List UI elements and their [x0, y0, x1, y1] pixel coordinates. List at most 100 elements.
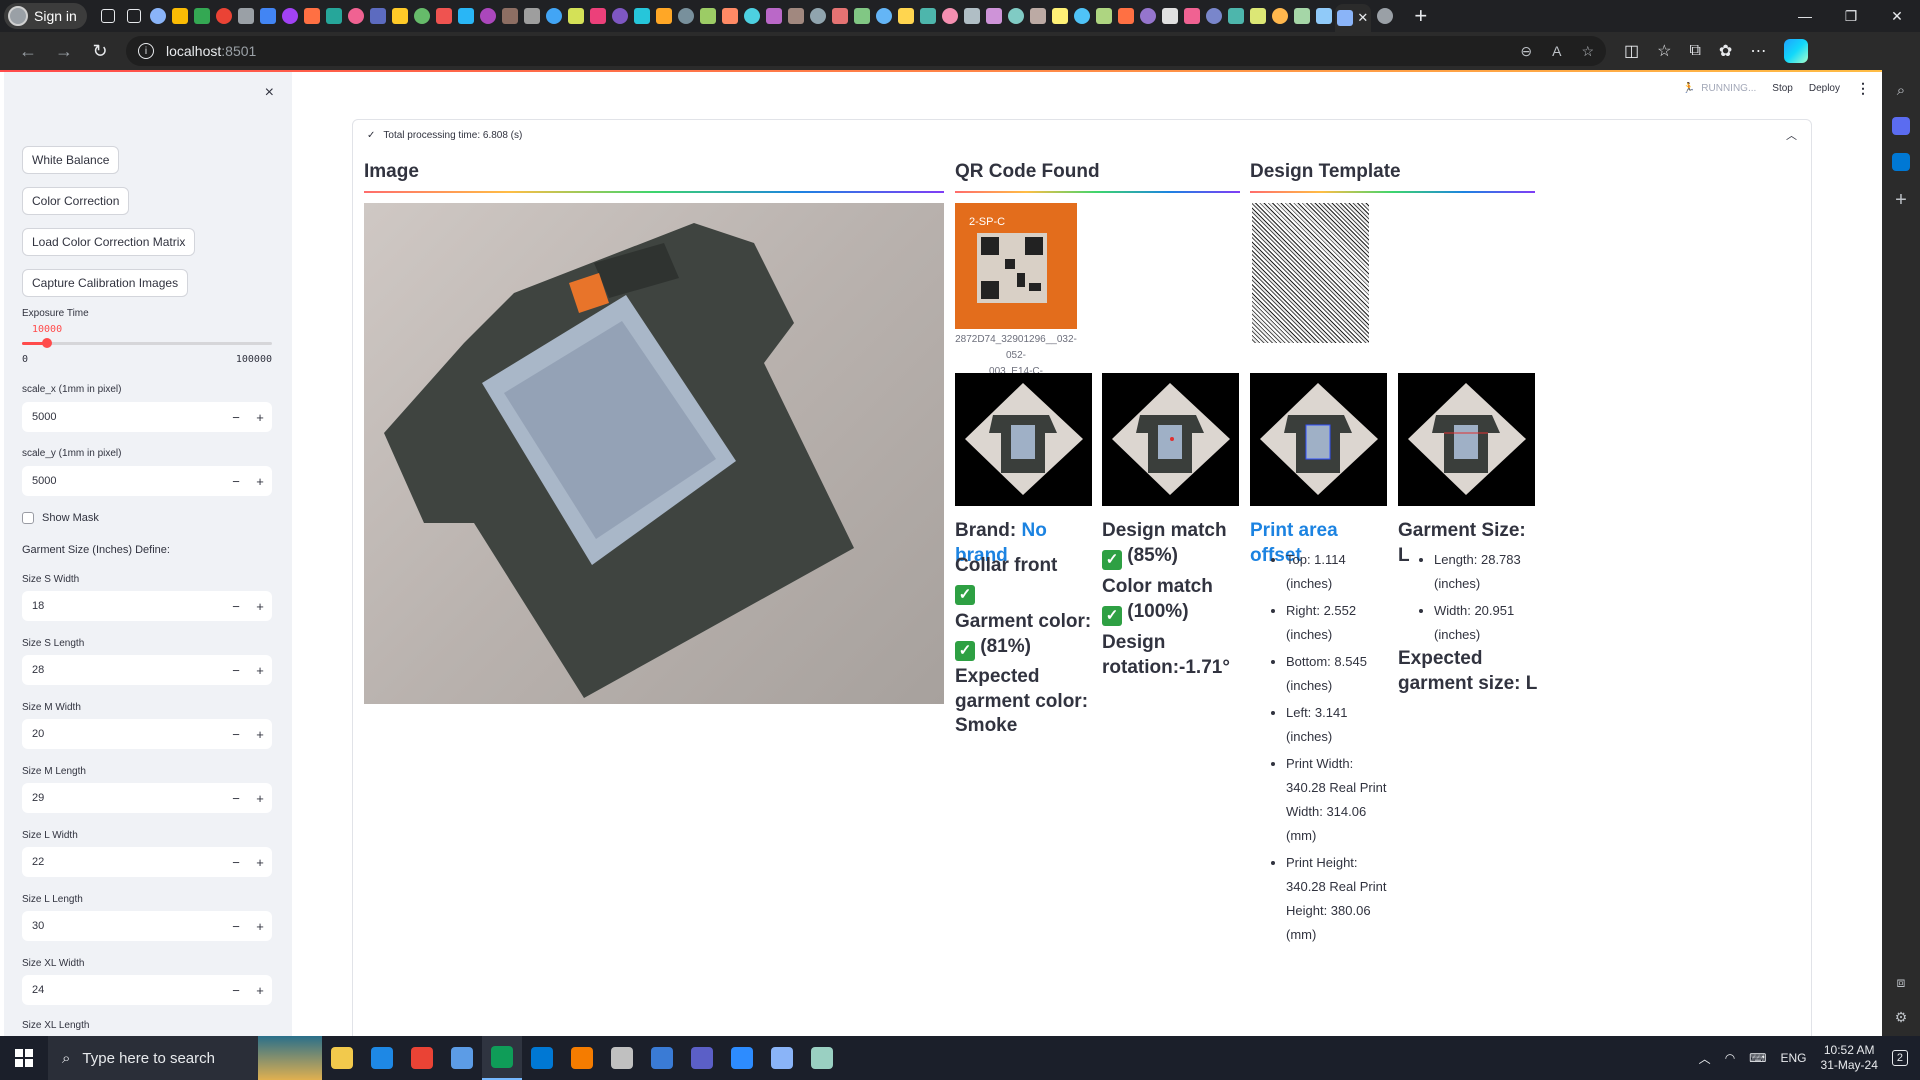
- tab-favicon-icon[interactable]: [1271, 8, 1288, 24]
- tab-favicon-icon[interactable]: [259, 8, 276, 24]
- screenshot-icon[interactable]: ⧈: [1897, 974, 1906, 991]
- taskbar-app[interactable]: [762, 1036, 802, 1080]
- size-m-width-decrement-button[interactable]: −: [224, 727, 248, 742]
- capture-calibration-button[interactable]: Capture Calibration Images: [22, 269, 189, 297]
- size-m-width-input[interactable]: 20 − +: [22, 719, 272, 749]
- forward-icon[interactable]: →: [46, 41, 82, 62]
- tab-favicon-icon[interactable]: [1183, 8, 1200, 24]
- size-l-length-value[interactable]: 30: [22, 920, 224, 932]
- tab-favicon-icon[interactable]: [567, 8, 584, 24]
- tab-favicon-icon[interactable]: [919, 8, 936, 24]
- scale-x-input[interactable]: 5000 − +: [22, 402, 272, 432]
- size-s-width-increment-button[interactable]: +: [248, 599, 272, 614]
- tab-favicon-icon[interactable]: [853, 8, 870, 24]
- collections-icon[interactable]: ⧉: [1689, 42, 1700, 60]
- size-s-length-decrement-button[interactable]: −: [224, 663, 248, 678]
- reload-icon[interactable]: ↻: [82, 41, 118, 62]
- taskbar-app[interactable]: [802, 1036, 842, 1080]
- taskbar-app[interactable]: [722, 1036, 762, 1080]
- scale-x-value[interactable]: 5000: [22, 411, 224, 423]
- size-m-width-value[interactable]: 20: [22, 728, 224, 740]
- tab-favicon-icon[interactable]: [787, 8, 804, 24]
- size-l-width-increment-button[interactable]: +: [248, 855, 272, 870]
- tab-favicon-icon[interactable]: [391, 8, 408, 24]
- restore-icon[interactable]: ❐: [1828, 0, 1874, 32]
- size-m-length-increment-button[interactable]: +: [248, 791, 272, 806]
- size-s-length-input[interactable]: 28 − +: [22, 655, 272, 685]
- tab-favicon-icon[interactable]: [545, 8, 562, 24]
- load-ccm-button[interactable]: Load Color Correction Matrix: [22, 228, 196, 256]
- site-info-icon[interactable]: i: [138, 43, 154, 59]
- scale-y-increment-button[interactable]: +: [248, 474, 272, 489]
- tab-favicon-icon[interactable]: [1073, 8, 1090, 24]
- size-xl-width-increment-button[interactable]: +: [248, 983, 272, 998]
- size-l-length-decrement-button[interactable]: −: [224, 919, 248, 934]
- tab-favicon-icon[interactable]: [655, 8, 672, 24]
- exposure-slider-thumb[interactable]: [42, 338, 52, 348]
- add-sidebar-app-icon[interactable]: +: [1895, 189, 1907, 212]
- tab-favicon-icon[interactable]: [369, 8, 386, 24]
- color-correction-button[interactable]: Color Correction: [22, 187, 130, 215]
- tab-favicon-icon[interactable]: [699, 8, 716, 24]
- tab-favicon-icon[interactable]: [1227, 8, 1244, 24]
- tab-favicon-icon[interactable]: [523, 8, 540, 24]
- tab-favicon-icon[interactable]: [325, 8, 342, 24]
- size-l-width-input[interactable]: 22 − +: [22, 847, 272, 877]
- tab-favicon-icon[interactable]: [831, 8, 848, 24]
- tab-favicon-icon[interactable]: [1117, 8, 1134, 24]
- tab-favicon-icon[interactable]: [281, 8, 298, 24]
- status-expander-header[interactable]: ✓ Total processing time: 6.808 (s) ︿: [353, 120, 1811, 150]
- tab-favicon-icon[interactable]: [237, 8, 254, 24]
- settings-gear-icon[interactable]: ⚙: [1895, 1009, 1908, 1026]
- address-bar[interactable]: i localhost:8501 ⊖ A ☆: [126, 36, 1606, 66]
- search-icon[interactable]: ⌕: [1897, 82, 1905, 99]
- tab-favicon-icon[interactable]: [1139, 8, 1156, 24]
- tab-active[interactable]: ✕: [1334, 4, 1371, 32]
- tab-favicon-icon[interactable]: [347, 8, 364, 24]
- profile-button[interactable]: Sign in: [4, 3, 87, 29]
- favorite-star-icon[interactable]: ☆: [1581, 43, 1594, 60]
- scale-x-decrement-button[interactable]: −: [224, 410, 248, 425]
- tab-favicon-icon[interactable]: [193, 8, 210, 24]
- copilot-icon[interactable]: [1784, 39, 1809, 63]
- tab-favicon-icon[interactable]: [1051, 8, 1068, 24]
- favorites-icon[interactable]: ☆: [1657, 41, 1671, 61]
- tab-favicon-icon[interactable]: [765, 8, 782, 24]
- tab-favicon-icon[interactable]: [875, 8, 892, 24]
- size-m-length-value[interactable]: 29: [22, 792, 224, 804]
- split-screen-icon[interactable]: ◫: [1624, 41, 1639, 61]
- size-m-length-input[interactable]: 29 − +: [22, 783, 272, 813]
- zoom-icon[interactable]: ⊖: [1520, 43, 1532, 60]
- scale-y-decrement-button[interactable]: −: [224, 474, 248, 489]
- size-xl-width-value[interactable]: 24: [22, 984, 224, 996]
- tab-actions-icon[interactable]: [126, 9, 141, 23]
- taskbar-app[interactable]: [602, 1036, 642, 1080]
- size-s-width-value[interactable]: 18: [22, 600, 224, 612]
- show-mask-checkbox[interactable]: Show Mask: [22, 512, 99, 524]
- taskbar-app[interactable]: [682, 1036, 722, 1080]
- tab-favicon-icon[interactable]: [215, 8, 232, 24]
- copilot-sidebar-icon[interactable]: [1892, 117, 1910, 135]
- minimize-icon[interactable]: —: [1782, 0, 1828, 32]
- scale-y-input[interactable]: 5000 − +: [22, 466, 272, 496]
- tab-favicon-icon[interactable]: [457, 8, 474, 24]
- tab-favicon-icon[interactable]: [479, 8, 496, 24]
- close-icon[interactable]: ×: [265, 84, 274, 102]
- tab-favicon-icon[interactable]: [633, 8, 650, 24]
- clock[interactable]: 10:52 AM 31-May-24: [1821, 1043, 1878, 1073]
- tab-favicon-icon[interactable]: [303, 8, 320, 24]
- new-tab-icon[interactable]: +: [1409, 3, 1433, 29]
- size-l-length-input[interactable]: 30 − +: [22, 911, 272, 941]
- outlook-icon[interactable]: [1892, 153, 1910, 171]
- deploy-button[interactable]: Deploy: [1809, 83, 1840, 94]
- size-s-length-value[interactable]: 28: [22, 664, 224, 676]
- extensions-icon[interactable]: ✿: [1719, 41, 1732, 61]
- tab-favicon-icon[interactable]: [501, 8, 518, 24]
- taskbar-app[interactable]: [482, 1036, 522, 1080]
- tab-favicon-icon[interactable]: [1205, 8, 1222, 24]
- tab-favicon-icon[interactable]: [435, 8, 452, 24]
- tab-favicon-icon[interactable]: [897, 8, 914, 24]
- main-menu-icon[interactable]: ⋮: [1856, 80, 1870, 97]
- tab-favicon-icon[interactable]: [611, 8, 628, 24]
- stop-button[interactable]: Stop: [1772, 83, 1793, 94]
